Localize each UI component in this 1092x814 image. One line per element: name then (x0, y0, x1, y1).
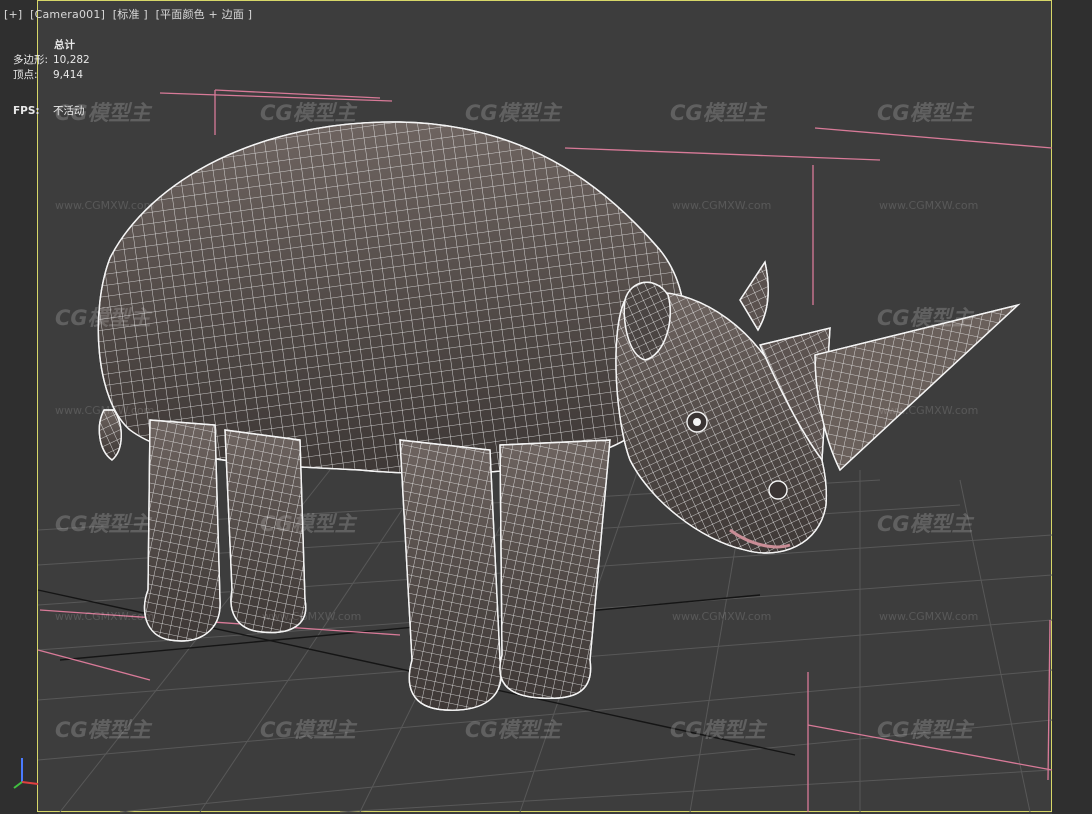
watermark: CG模型主 (670, 718, 766, 742)
watermark-url: www.CGMXW.com (879, 610, 979, 623)
watermark-url: www.CGMXW.com (879, 199, 979, 212)
viewport-display-mode-button[interactable]: [平面颜色 + 边面 ] (156, 8, 253, 21)
watermark-url: www.CGMXW.com (262, 610, 362, 623)
polygons-value: 10,282 (53, 54, 90, 66)
watermark: CG模型主 (465, 718, 561, 742)
viewport-menu-button[interactable]: [+] (4, 8, 22, 21)
watermark-url: www.CGMXW.com (879, 404, 979, 417)
watermark: CG模型主 (465, 101, 561, 125)
watermark: CG模型主 (670, 101, 766, 125)
watermark: CG模型主 (260, 718, 356, 742)
axis-tripod-icon (13, 758, 39, 789)
rhino-nostril (768, 480, 788, 500)
fps-label: FPS: (13, 105, 40, 117)
watermark: CG模型主 (877, 512, 973, 536)
watermark: CG模型主 (260, 101, 356, 125)
stats-vertices-row: 顶点: 9,414 (13, 68, 90, 83)
watermark: CG模型主 (877, 101, 973, 125)
viewport-camera-button[interactable]: [Camera001] (30, 8, 105, 21)
scene-statistics: 总计 多边形: 10,282 顶点: 9,414 (13, 38, 90, 83)
watermark: CG模型主 (877, 718, 973, 742)
watermark: CG模型主 (877, 306, 973, 330)
watermark-url: www.CGMXW.com (55, 404, 155, 417)
fps-readout: FPS: 不活动 (13, 103, 85, 118)
stats-header: 总计 (54, 39, 75, 51)
watermark-url: www.CGMXW.com (55, 199, 155, 212)
viewport-label-bar: [+] [Camera001] [标准 ] [平面颜色 + 边面 ] (4, 6, 256, 22)
watermark: CG模型主 (55, 306, 151, 330)
watermark: CG模型主 (55, 512, 151, 536)
fps-value: 不活动 (53, 105, 85, 117)
watermark-url: www.CGMXW.com (55, 610, 155, 623)
watermark-url: www.CGMXW.com (672, 610, 772, 623)
polygons-label: 多边形: (13, 54, 49, 66)
vertices-label: 顶点: (13, 69, 38, 81)
watermark: CG模型主 (55, 718, 151, 742)
watermark-url: www.CGMXW.com (672, 199, 772, 212)
stats-polygons-row: 多边形: 10,282 (13, 53, 90, 68)
vertices-value: 9,414 (53, 69, 84, 81)
watermark: CG模型主 (260, 512, 356, 536)
viewport-shading-mode-button[interactable]: [标准 ] (113, 8, 148, 21)
